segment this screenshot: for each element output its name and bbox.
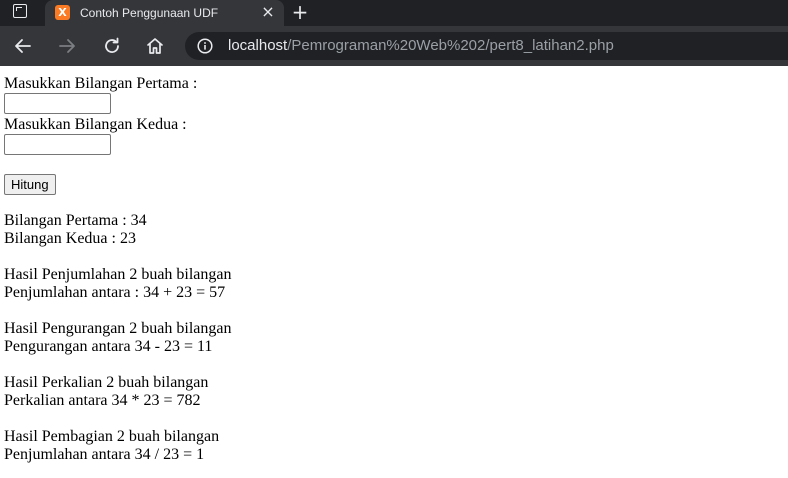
browser-toolbar: localhost/Pemrograman%20Web%202/pert8_la… (0, 26, 788, 66)
first-number-label: Masukkan Bilangan Pertama : (4, 75, 198, 92)
forward-icon (59, 39, 75, 53)
subtraction-heading: Hasil Pengurangan 2 buah bilangan (4, 320, 232, 337)
info-icon[interactable] (197, 38, 213, 54)
division-heading: Hasil Pembagian 2 buah bilangan (4, 428, 220, 445)
addition-heading: Hasil Penjumlahan 2 buah bilangan (4, 266, 232, 283)
window-menu-icon[interactable] (13, 4, 27, 18)
division-result: Penjumlahan antara 34 / 23 = 1 (4, 446, 205, 463)
multiplication-result: Perkalian antara 34 * 23 = 782 (4, 392, 201, 409)
forward-button[interactable] (54, 33, 80, 59)
first-number-result: Bilangan Pertama : 34 (4, 212, 147, 229)
first-number-input[interactable] (4, 93, 111, 114)
url-host: localhost (228, 37, 288, 54)
subtraction-result: Pengurangan antara 34 - 23 = 11 (4, 338, 213, 355)
page-content: Masukkan Bilangan Pertama : Masukkan Bil… (4, 66, 784, 464)
xampp-favicon-icon: X (55, 5, 70, 20)
second-number-input[interactable] (4, 134, 111, 155)
multiplication-heading: Hasil Perkalian 2 buah bilangan (4, 374, 209, 391)
new-tab-icon[interactable]: + (289, 1, 311, 23)
home-button[interactable] (142, 33, 168, 59)
home-icon (147, 38, 163, 54)
url-text[interactable]: localhost/Pemrograman%20Web%202/pert8_la… (228, 38, 614, 54)
address-bar[interactable]: localhost/Pemrograman%20Web%202/pert8_la… (185, 32, 788, 60)
results: Bilangan Pertama : 34 Bilangan Kedua : 2… (4, 212, 784, 464)
tab-close-icon[interactable]: × (259, 3, 277, 21)
second-number-result: Bilangan Kedua : 23 (4, 230, 136, 247)
back-icon (15, 39, 31, 53)
tab-active[interactable]: X Contoh Penggunaan UDF × (45, 0, 284, 26)
reload-icon (105, 37, 119, 53)
tab-strip: X Contoh Penggunaan UDF × + (0, 0, 788, 26)
reload-button[interactable] (99, 33, 125, 59)
url-path: /Pemrograman%20Web%202/pert8_latihan2.ph… (287, 37, 614, 54)
addition-result: Penjumlahan antara : 34 + 23 = 57 (4, 284, 226, 301)
tab-title: Contoh Penggunaan UDF (80, 6, 219, 20)
second-number-label: Masukkan Bilangan Kedua : (4, 116, 187, 133)
hitung-button[interactable]: Hitung (4, 174, 56, 195)
back-button[interactable] (10, 33, 36, 59)
